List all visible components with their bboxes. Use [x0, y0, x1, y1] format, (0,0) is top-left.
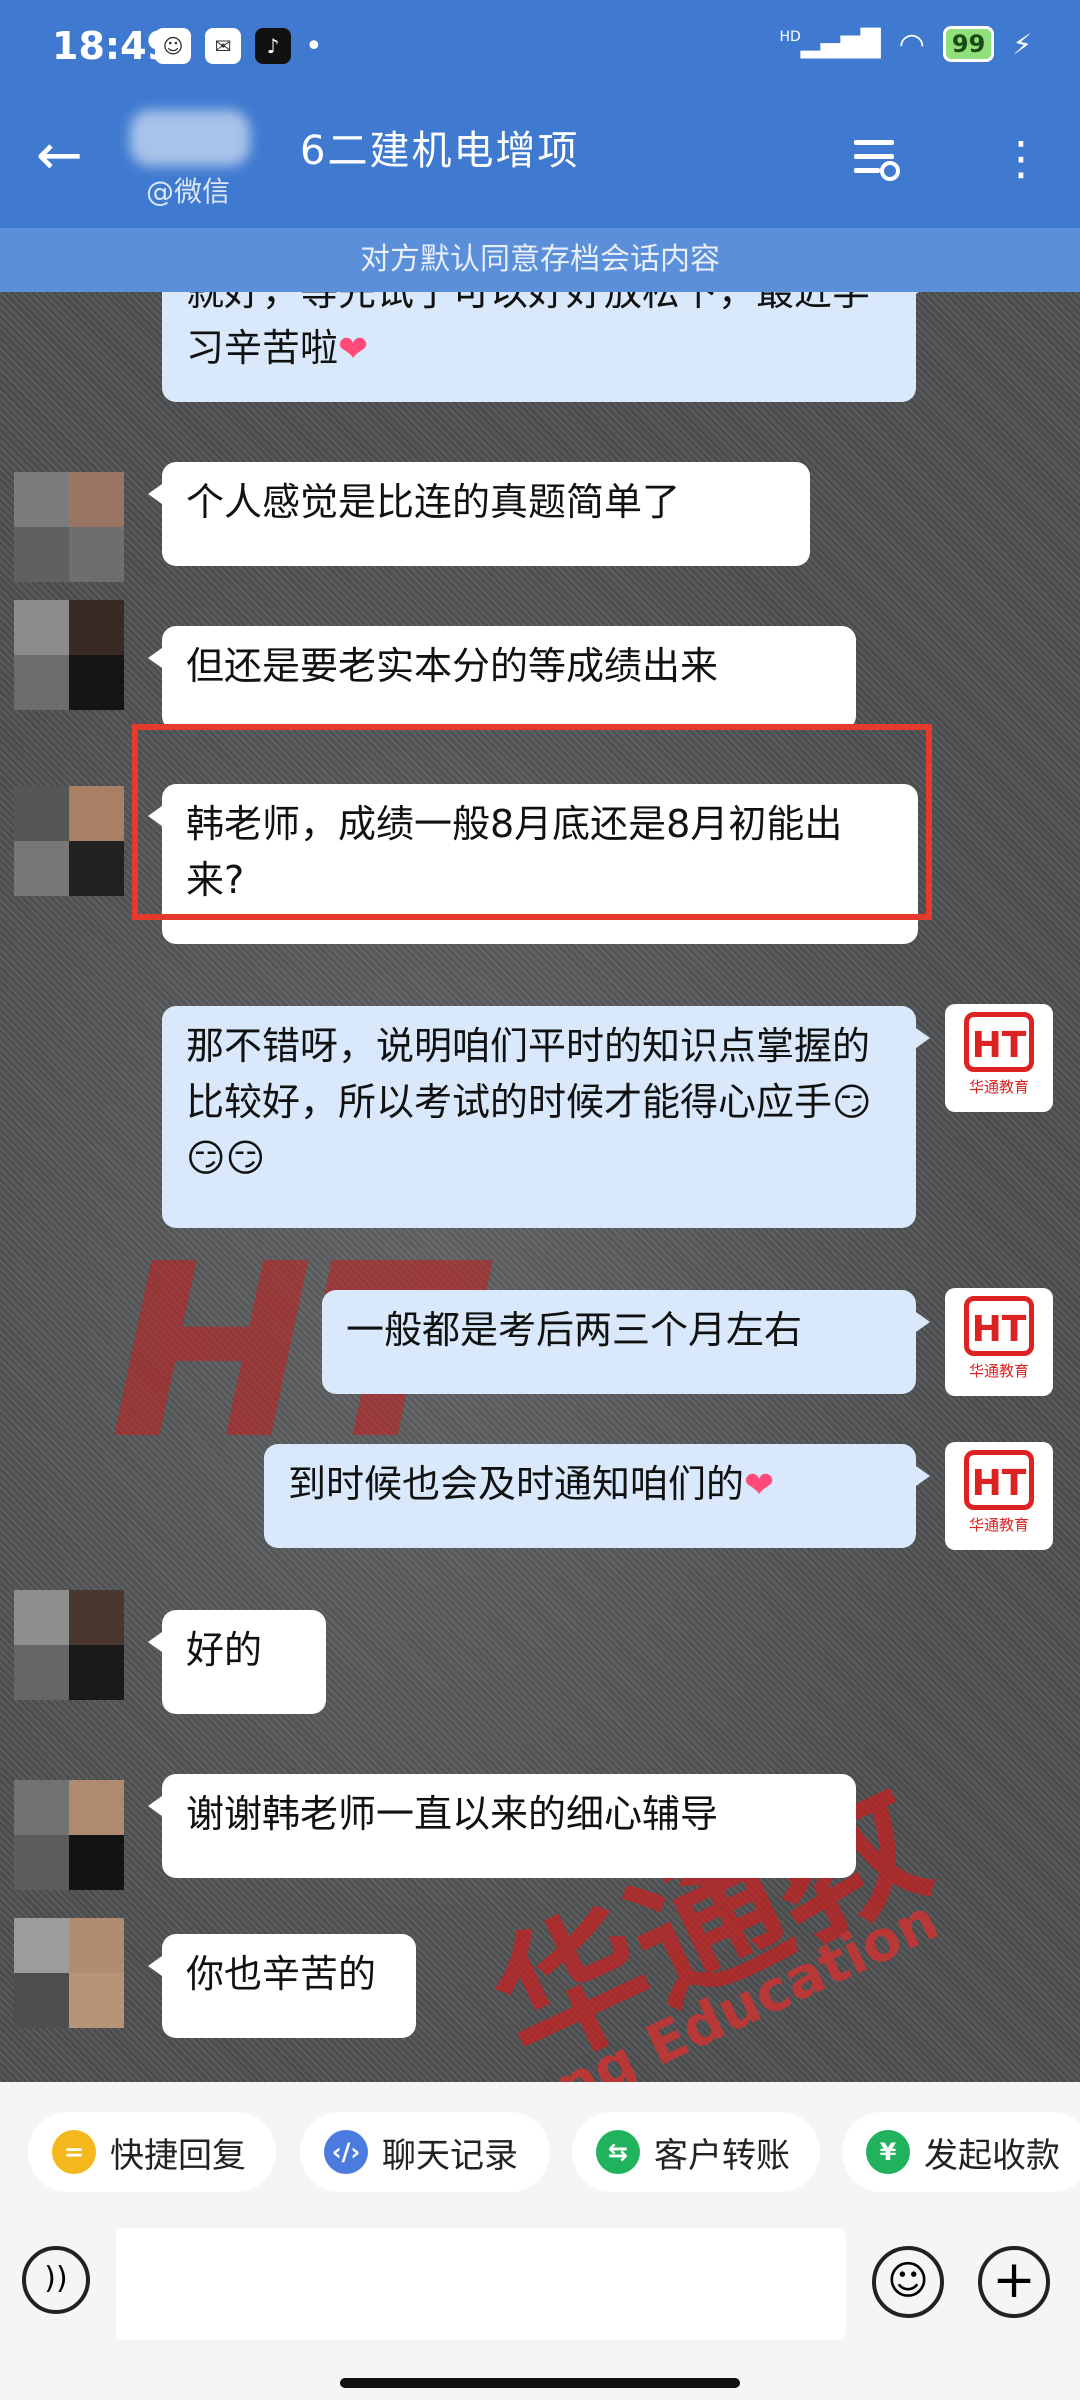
chat-history-button[interactable]: ‹/› 聊天记录 — [300, 2112, 550, 2192]
charging-icon: ⚡ — [1012, 27, 1032, 61]
message-text: 但还是要老实本分的等成绩出来 — [186, 644, 719, 688]
sender-avatar-blurred[interactable] — [14, 472, 124, 582]
collect-payment-button[interactable]: ¥ 发起收款 — [842, 2112, 1080, 2192]
message-bubble-incoming[interactable]: 谢谢韩老师一直以来的细心辅导 — [148, 1774, 856, 1878]
notification-dot-icon: • — [305, 28, 323, 64]
quick-reply-button[interactable]: = 快捷回复 — [28, 2112, 276, 2192]
ht-logo-icon: HT — [964, 1012, 1034, 1072]
chat-message-list[interactable]: HT 华通教育 Huatong Education 华通教育 就好，等先试了可以… — [0, 292, 1080, 2082]
chip-label: 聊天记录 — [382, 2135, 518, 2176]
customer-transfer-button[interactable]: ⇆ 客户转账 — [572, 2112, 820, 2192]
back-arrow-icon[interactable]: ← — [36, 128, 96, 188]
chat-header: ← @微信 6二建机电增项 ⋮ — [0, 100, 1080, 228]
message-text: 到时候也会及时通知咱们的 — [288, 1462, 745, 1506]
message-bubble-outgoing[interactable]: 就好，等先试了可以好好放松下，最近学习辛苦啦❤ — [162, 292, 930, 402]
home-indicator[interactable] — [340, 2378, 740, 2388]
message-bubble-incoming[interactable]: 你也辛苦的 — [148, 1934, 416, 2038]
sender-avatar-blurred[interactable] — [14, 1590, 124, 1700]
message-text: 就好，等先试了可以好好放松下，最近学习辛苦啦 — [186, 292, 871, 370]
heart-emoji: ❤ — [744, 1465, 775, 1506]
teacher-avatar[interactable]: HT 华通教育 — [945, 1442, 1053, 1550]
contact-avatar-blurred[interactable] — [130, 110, 250, 166]
chip-label: 快捷回复 — [110, 2135, 246, 2176]
signal-label: HD — [779, 29, 801, 45]
plus-icon[interactable]: + — [978, 2246, 1050, 2318]
avatar-app-icon: ☺ — [155, 28, 191, 64]
message-input[interactable] — [116, 2228, 846, 2340]
ht-caption: 华通教育 — [968, 1078, 1029, 1096]
message-text: 好的 — [186, 1628, 263, 1672]
wifi-icon: ◠ — [898, 26, 925, 62]
status-indicators: HD▂▄▆█ ◠ 99 ⚡ — [779, 26, 1032, 62]
message-text: 你也辛苦的 — [186, 1952, 377, 1996]
chip-label: 客户转账 — [654, 2135, 790, 2176]
message-bubble-incoming[interactable]: 个人感觉是比连的真题简单了 — [148, 462, 810, 566]
message-text: 那不错呀，说明咱们平时的知识点掌握的比较好，所以考试的时候才能得心应手 — [186, 1024, 871, 1124]
message-bubble-outgoing[interactable]: 那不错呀，说明咱们平时的知识点掌握的比较好，所以考试的时候才能得心应手😏😏😏 — [162, 1006, 930, 1228]
status-bar: 18:49 ☺ ✉ ♪ • HD▂▄▆█ ◠ 99 ⚡ — [0, 0, 1080, 100]
emoji-icon[interactable]: ☺ — [872, 2246, 944, 2318]
quick-reply-icon: = — [52, 2130, 96, 2174]
ht-logo-icon: HT — [964, 1450, 1034, 1510]
mail-app-icon: ✉ — [205, 28, 241, 64]
sender-avatar-blurred[interactable] — [14, 600, 124, 710]
member-list-icon[interactable] — [850, 132, 902, 184]
chat-history-icon: ‹/› — [324, 2130, 368, 2174]
tiktok-app-icon: ♪ — [255, 28, 291, 64]
sender-avatar-blurred[interactable] — [14, 1918, 124, 2028]
chip-label: 发起收款 — [924, 2135, 1060, 2176]
message-bubble-outgoing[interactable]: 到时候也会及时通知咱们的❤ — [264, 1444, 930, 1548]
heart-emoji: ❤ — [338, 329, 369, 370]
payment-icon: ¥ — [866, 2130, 910, 2174]
message-bubble-incoming[interactable]: 好的 — [148, 1610, 326, 1714]
message-input-bar: )) ☺ + — [0, 2202, 1080, 2400]
wechat-label: @微信 — [146, 175, 231, 208]
message-text: 个人感觉是比连的真题简单了 — [186, 480, 681, 524]
battery-icon: 99 — [942, 26, 995, 62]
sender-avatar-blurred[interactable] — [14, 786, 124, 896]
message-text: 谢谢韩老师一直以来的细心辅导 — [186, 1792, 719, 1836]
highlight-box — [132, 724, 932, 920]
message-text: 一般都是考后两三个月左右 — [346, 1308, 803, 1352]
signal-icon: HD▂▄▆█ — [779, 29, 881, 59]
ht-logo-icon: HT — [964, 1296, 1034, 1356]
status-app-icons: ☺ ✉ ♪ • — [155, 28, 323, 64]
message-bubble-incoming[interactable]: 但还是要老实本分的等成绩出来 — [148, 626, 856, 730]
transfer-icon: ⇆ — [596, 2130, 640, 2174]
teacher-avatar[interactable]: HT 华通教育 — [945, 1288, 1053, 1396]
message-bubble-outgoing[interactable]: 一般都是考后两三个月左右 — [322, 1290, 930, 1394]
quick-actions-bar: = 快捷回复 ‹/› 聊天记录 ⇆ 客户转账 ¥ 发起收款 — [0, 2082, 1080, 2202]
battery-level: 99 — [951, 30, 986, 58]
teacher-avatar[interactable]: HT 华通教育 — [945, 1004, 1053, 1112]
chat-title[interactable]: 6二建机电增项 — [300, 118, 579, 176]
more-options-icon[interactable]: ⋮ — [998, 130, 1044, 190]
ht-caption: 华通教育 — [968, 1516, 1029, 1534]
ht-caption: 华通教育 — [968, 1362, 1029, 1380]
archive-notice: 对方默认同意存档会话内容 — [0, 228, 1080, 292]
voice-input-icon[interactable]: )) — [22, 2246, 90, 2314]
sender-avatar-blurred[interactable] — [14, 1780, 124, 1890]
